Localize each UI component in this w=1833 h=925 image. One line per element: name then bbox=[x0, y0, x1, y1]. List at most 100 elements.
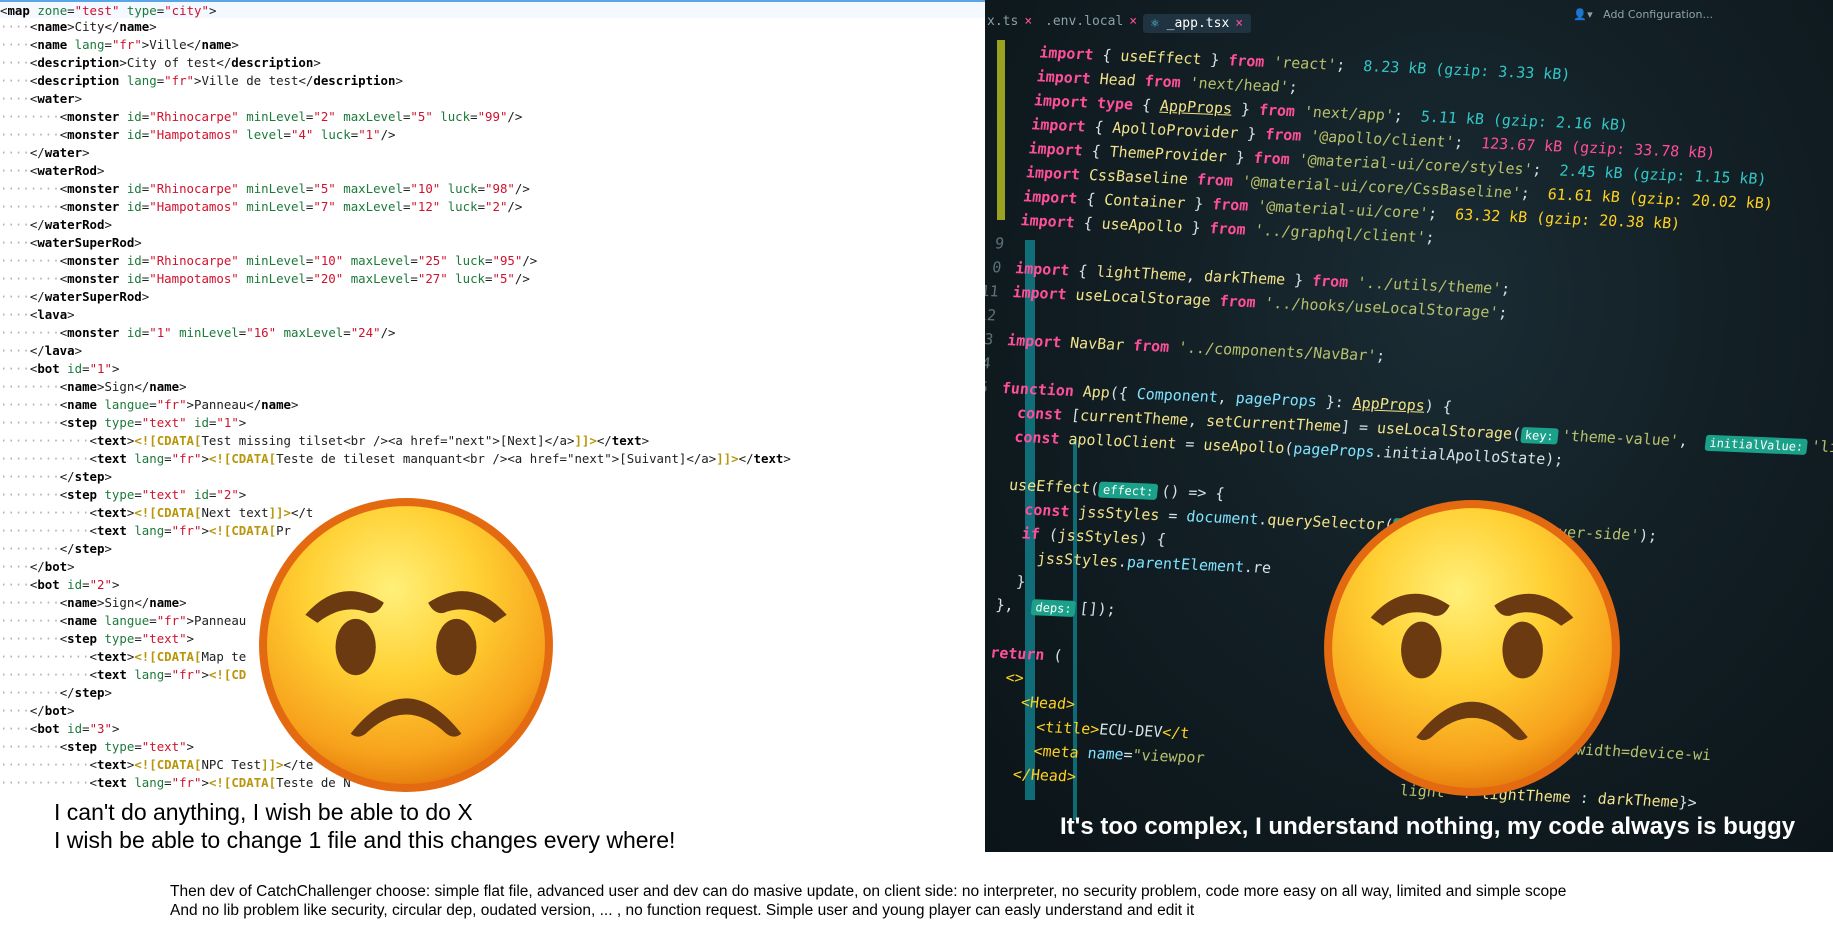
xml-code-line: ····</lava> bbox=[0, 342, 985, 360]
ide-tab-label: .env.local bbox=[1045, 14, 1124, 29]
xml-code-text: <name lang="fr">Ville</name> bbox=[29, 37, 239, 52]
whitespace-marker: ············ bbox=[0, 757, 90, 772]
line-number bbox=[985, 151, 1014, 153]
whitespace-marker: ········ bbox=[0, 397, 60, 412]
ide-code-text bbox=[993, 451, 995, 469]
xml-code-text: <monster id="Hampotamos" level="4" luck=… bbox=[59, 127, 396, 142]
whitespace-marker: ········ bbox=[0, 469, 60, 484]
ide-tab[interactable]: x.ts × bbox=[987, 14, 1032, 29]
caption-bottom: Then dev of CatchChallenger choose: simp… bbox=[170, 882, 1566, 920]
line-number bbox=[985, 55, 1025, 57]
line-number bbox=[985, 175, 1012, 177]
line-number bbox=[985, 127, 1017, 129]
ide-code-text: }, deps: []); bbox=[994, 595, 1117, 619]
xml-code-line: ····<lava> bbox=[0, 306, 985, 324]
xml-code-line: ····<bot id="1"> bbox=[0, 360, 985, 378]
whitespace-marker: ········ bbox=[0, 325, 60, 340]
xml-code-text: </step> bbox=[59, 469, 112, 484]
whitespace-marker: ···· bbox=[0, 73, 30, 88]
whitespace-marker: ········ bbox=[0, 685, 60, 700]
xml-code-text: <name>Sign</name> bbox=[59, 379, 187, 394]
xml-code-text: </water> bbox=[29, 145, 90, 160]
xml-code-text: <name>Sign</name> bbox=[59, 595, 187, 610]
ide-code-text bbox=[1004, 355, 1006, 373]
angry-face-emoji-right bbox=[1324, 500, 1620, 796]
whitespace-marker: ············ bbox=[0, 667, 90, 682]
whitespace-marker: ···· bbox=[0, 19, 30, 34]
whitespace-marker: ···· bbox=[0, 361, 30, 376]
xml-code-text: <waterSuperRod> bbox=[29, 235, 142, 250]
whitespace-marker: ············ bbox=[0, 523, 90, 538]
line-number: 15 bbox=[985, 377, 989, 397]
ide-code-text: } bbox=[1015, 572, 1027, 591]
run-configuration-label: Add Configuration... bbox=[1603, 8, 1713, 21]
xml-code-text: <step type="text"> bbox=[59, 631, 195, 646]
close-icon[interactable]: × bbox=[1129, 14, 1137, 29]
xml-code-text: </bot> bbox=[29, 559, 75, 574]
whitespace-marker: ···· bbox=[0, 145, 30, 160]
xml-code-text: </waterSuperRod> bbox=[29, 289, 150, 304]
ide-code-text: <> bbox=[1004, 668, 1025, 688]
xml-code-text: <monster id="1" minLevel="16" maxLevel="… bbox=[59, 325, 396, 340]
line-number: 14 bbox=[985, 353, 992, 373]
xml-code-line: ········<monster id="Hampotamos" minLeve… bbox=[0, 198, 985, 216]
xml-code-text: <step type="text" id="1"> bbox=[59, 415, 247, 430]
caption-bottom-line1: Then dev of CatchChallenger choose: simp… bbox=[170, 883, 1567, 900]
xml-code-line: ············<text><![CDATA[Test missing … bbox=[0, 432, 985, 450]
xml-code-text: <text><![CDATA[Test missing tilset<br />… bbox=[89, 433, 650, 448]
xml-code-line: ········<monster id="Hampotamos" minLeve… bbox=[0, 270, 985, 288]
xml-code-text: <waterRod> bbox=[29, 163, 105, 178]
whitespace-marker: ···· bbox=[0, 37, 30, 52]
whitespace-marker: ············ bbox=[0, 433, 90, 448]
whitespace-marker: ···· bbox=[0, 217, 30, 232]
whitespace-marker: ············ bbox=[0, 451, 90, 466]
line-number bbox=[985, 79, 1022, 81]
whitespace-marker: ········ bbox=[0, 595, 60, 610]
xml-code-line: ············<text lang="fr"><![CDATA[Tes… bbox=[0, 450, 985, 468]
xml-code-text: <water> bbox=[29, 91, 83, 106]
whitespace-marker: ············ bbox=[0, 505, 90, 520]
whitespace-marker: ···· bbox=[0, 235, 30, 250]
whitespace-marker: ···· bbox=[0, 559, 30, 574]
xml-code-line: ····</water> bbox=[0, 144, 985, 162]
whitespace-marker: ···· bbox=[0, 289, 30, 304]
line-number bbox=[985, 223, 1006, 225]
xml-code-line: ········<name>Sign</name> bbox=[0, 378, 985, 396]
ide-tab[interactable]: .env.local × bbox=[1045, 14, 1137, 29]
whitespace-marker: ········ bbox=[0, 271, 60, 286]
react-icon: ⚛ bbox=[1151, 16, 1167, 31]
xml-code-text: <bot id="2"> bbox=[29, 577, 120, 592]
line-number bbox=[985, 103, 1020, 105]
xml-code-line: ····<description>City of test</descripti… bbox=[0, 54, 985, 72]
ide-code-text: return ( bbox=[989, 643, 1064, 665]
run-configuration-button[interactable]: 👤▾ Add Configuration... bbox=[1573, 8, 1713, 21]
xml-code-text: <step type="text"> bbox=[59, 739, 195, 754]
xml-code-line: ········<step type="text" id="1"> bbox=[0, 414, 985, 432]
whitespace-marker: ···· bbox=[0, 55, 30, 70]
whitespace-marker: ········ bbox=[0, 415, 60, 430]
xml-code-text: </step> bbox=[59, 541, 112, 556]
xml-code-text: <text><![CDATA[Map te bbox=[89, 649, 247, 664]
close-icon[interactable]: × bbox=[1024, 14, 1032, 29]
xml-code-text: <text lang="fr"><![CDATA[Teste de tilese… bbox=[89, 451, 791, 466]
line-number: 13 bbox=[985, 329, 995, 349]
whitespace-marker: ········ bbox=[0, 127, 60, 142]
xml-code-text: <lava> bbox=[29, 307, 75, 322]
xml-code-text: <monster id="Rhinocarpe" minLevel="5" ma… bbox=[59, 181, 530, 196]
xml-code-text: <monster id="Rhinocarpe" minLevel="10" m… bbox=[59, 253, 538, 268]
whitespace-marker: ········ bbox=[0, 613, 60, 628]
xml-code-line: ····<name lang="fr">Ville</name> bbox=[0, 36, 985, 54]
whitespace-marker: ···· bbox=[0, 343, 30, 358]
ide-tab-active[interactable]: ⚛ _app.tsx × bbox=[1143, 14, 1252, 33]
xml-code-text: <monster id="Rhinocarpe" minLevel="2" ma… bbox=[59, 109, 523, 124]
line-number bbox=[985, 199, 1009, 201]
ide-code-text bbox=[1017, 235, 1019, 253]
xml-code-text: </step> bbox=[59, 685, 112, 700]
ide-code-text: <Head> bbox=[1020, 693, 1077, 714]
whitespace-marker: ········ bbox=[0, 181, 60, 196]
xml-code-line: <map zone="test" type="city"> bbox=[0, 0, 985, 18]
ide-code-text bbox=[1009, 307, 1011, 325]
close-icon[interactable]: × bbox=[1235, 16, 1243, 31]
xml-code-text: </bot> bbox=[29, 703, 75, 718]
xml-code-line: ····<waterRod> bbox=[0, 162, 985, 180]
